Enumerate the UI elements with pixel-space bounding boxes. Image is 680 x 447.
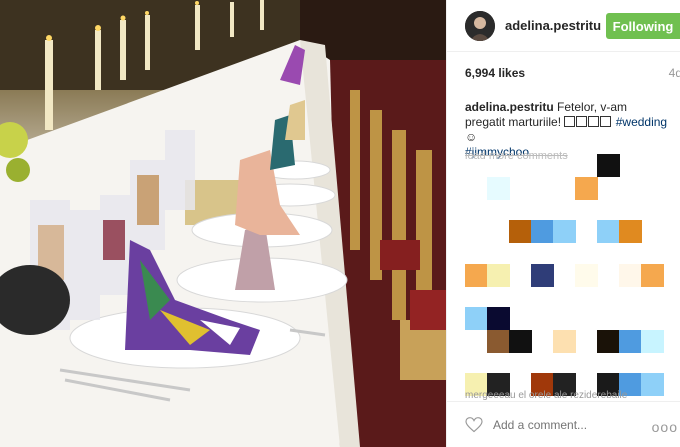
censor-block (619, 220, 642, 243)
censor-block (597, 330, 620, 353)
censor-block (641, 264, 664, 287)
add-comment-input[interactable] (493, 417, 623, 432)
censor-block (487, 307, 510, 330)
censor-block (641, 373, 664, 396)
censor-block (619, 264, 642, 287)
censor-block (487, 264, 510, 287)
censor-block (575, 177, 598, 200)
post-side-panel: adelina.pestritu Following 6,994 likes 4… (446, 0, 680, 447)
censor-block (597, 154, 620, 177)
smile-emoji-icon: ☺ (465, 130, 478, 144)
load-more-comments-link[interactable]: load more comments (465, 150, 568, 162)
post-photo[interactable] (0, 0, 446, 447)
censor-block (553, 330, 576, 353)
hashtag-wedding[interactable]: #wedding (616, 115, 667, 129)
censor-block (509, 330, 532, 353)
username-link[interactable]: adelina.pestritu (505, 18, 601, 33)
avatar[interactable] (465, 10, 495, 41)
caption-author-link[interactable]: adelina.pestritu (465, 100, 554, 114)
post-header: adelina.pestritu Following (447, 0, 680, 52)
post-time[interactable]: 4d (669, 66, 680, 80)
post-meta: 6,994 likes 4d (447, 52, 680, 94)
censor-block (597, 220, 620, 243)
following-button[interactable]: Following (606, 13, 680, 39)
censor-block (465, 307, 488, 330)
post-footer: ooo (447, 401, 680, 447)
censor-block (575, 264, 598, 287)
rose-emoji-icon (576, 116, 588, 127)
censor-block (553, 220, 576, 243)
comment-text-cut: mergeeeau el orele ale reziderebaile (465, 390, 628, 400)
censor-block (641, 330, 664, 353)
censor-block (509, 220, 532, 243)
heart-icon[interactable] (465, 416, 483, 433)
wedding-table-image (0, 0, 446, 447)
censor-block (531, 220, 554, 243)
cocktail-emoji-icon (564, 116, 576, 127)
censor-block (531, 264, 554, 287)
censor-block (487, 330, 510, 353)
face-emoji-icon (588, 116, 600, 127)
calendar-emoji-icon (600, 116, 612, 127)
censor-block (487, 177, 510, 200)
censor-block (465, 264, 488, 287)
likes-count[interactable]: 6,994 likes (465, 66, 525, 80)
comments-area: load more comments mergeeeau el orele al… (465, 150, 679, 400)
censor-block (619, 330, 642, 353)
more-options-icon[interactable]: ooo (652, 419, 678, 435)
